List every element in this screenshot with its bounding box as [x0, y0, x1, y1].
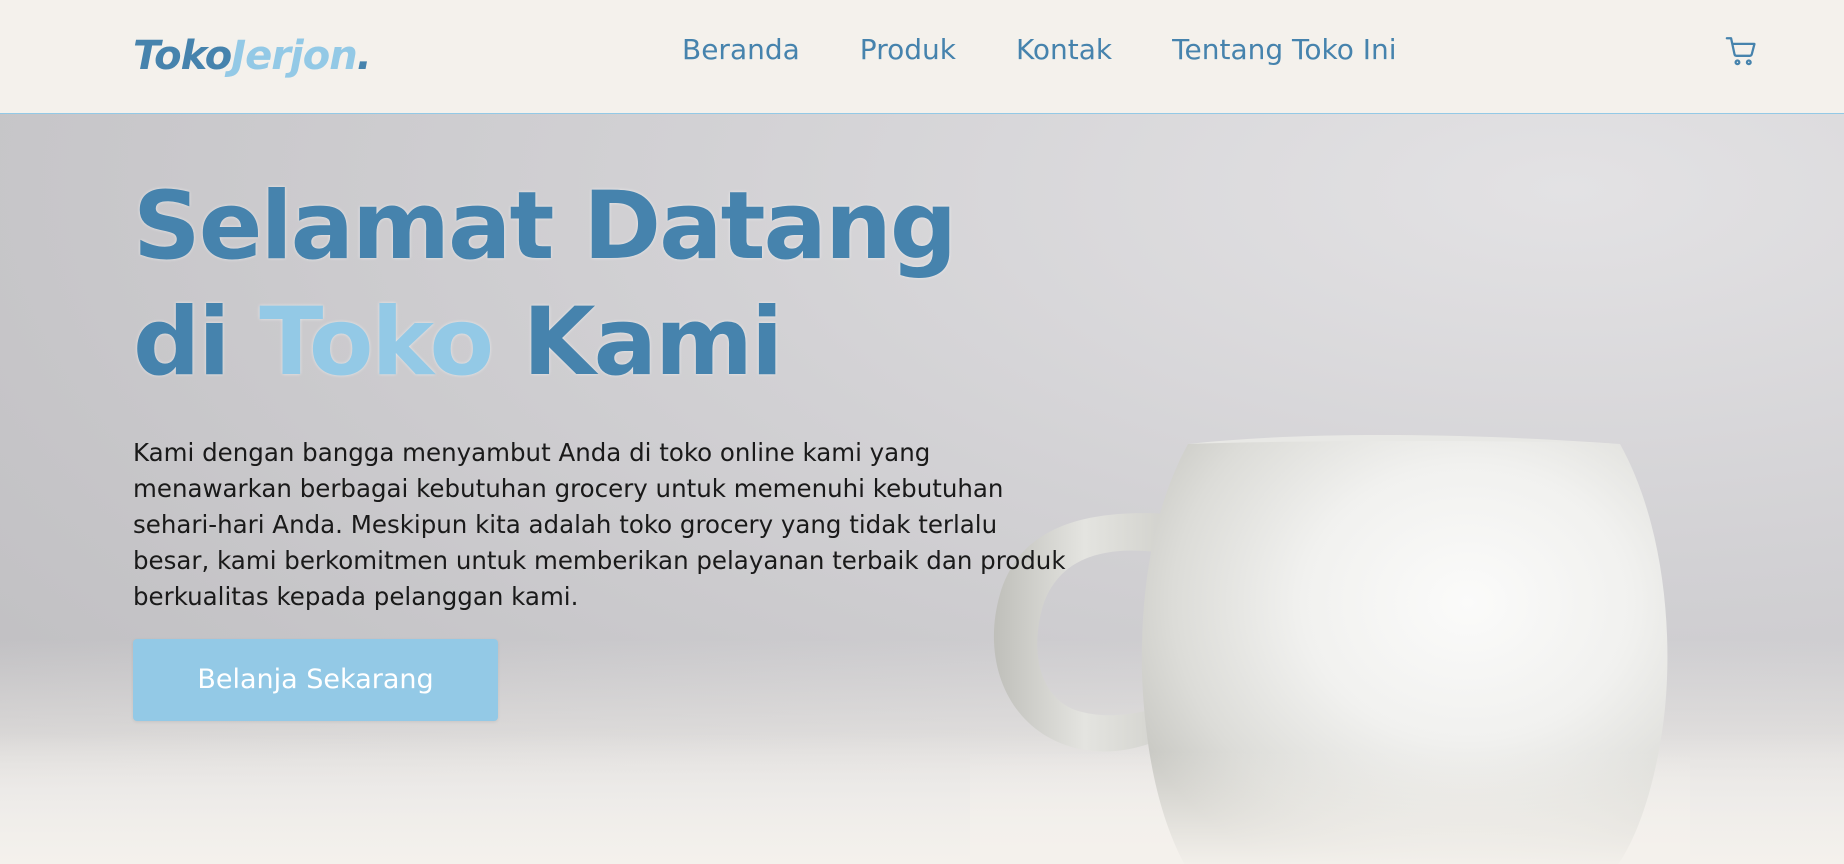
- page: TokoJerjon. Beranda Produk Kontak Tentan…: [0, 0, 1844, 864]
- main-nav: Beranda Produk Kontak Tentang Toko Ini: [682, 30, 1397, 70]
- shop-now-button[interactable]: Belanja Sekarang: [133, 639, 498, 721]
- hero-title-word-kami: Kami: [522, 288, 783, 397]
- navbar: TokoJerjon. Beranda Produk Kontak Tentan…: [0, 0, 1844, 114]
- hero-description: Kami dengan bangga menyambut Anda di tok…: [133, 438, 1066, 611]
- hero-title: Selamat Datang di Toko Kami: [133, 169, 1093, 401]
- nav-link-tentang[interactable]: Tentang Toko Ini: [1172, 30, 1396, 70]
- nav-link-produk[interactable]: Produk: [860, 30, 956, 70]
- shopping-cart-icon: [1725, 37, 1756, 66]
- hero-content: Selamat Datang di Toko Kami Kami dengan …: [133, 169, 1093, 721]
- hero-section: Selamat Datang di Toko Kami Kami dengan …: [0, 114, 1844, 864]
- brand-logo[interactable]: TokoJerjon.: [133, 28, 372, 84]
- brand-name-part2: Jerjon: [231, 33, 357, 79]
- hero-title-line1: Selamat Datang: [133, 172, 957, 281]
- hero-title-accent: Toko: [259, 288, 494, 397]
- nav-link-beranda[interactable]: Beranda: [682, 30, 800, 70]
- brand-name-part1: Toko: [133, 33, 232, 79]
- cart-button[interactable]: [1724, 34, 1758, 68]
- nav-link-kontak[interactable]: Kontak: [1016, 30, 1112, 70]
- brand-name-dot: .: [356, 33, 372, 79]
- hero-title-word-di: di: [133, 288, 231, 397]
